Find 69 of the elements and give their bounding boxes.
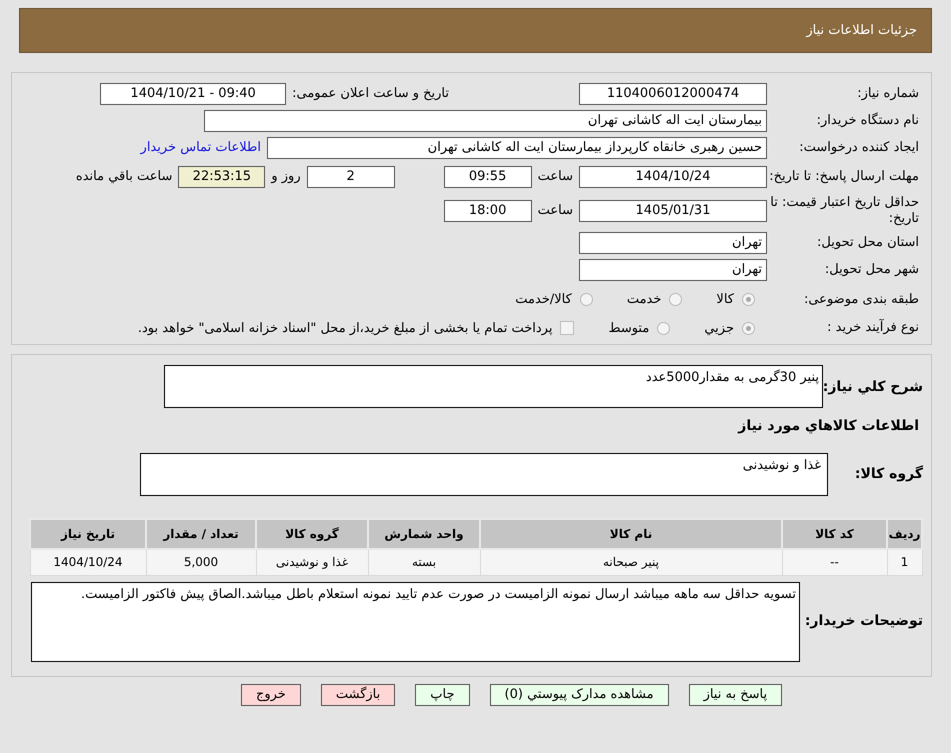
buyer-contact-link[interactable]: اطلاعات تماس خریدار — [140, 138, 261, 158]
value-field: 22:53:15 — [178, 166, 266, 188]
value-field: 1404/10/24 — [579, 166, 767, 188]
field-text: خدمت — [626, 291, 662, 309]
field-label: مهلت ارسال پاسخ: تا تاریخ: — [768, 169, 919, 185]
field-text: ساعت باقي مانده — [76, 168, 172, 186]
field-label: گروه کالا: — [854, 464, 923, 484]
field-text: کالا — [716, 291, 734, 309]
column-header: واحد شمارش — [368, 519, 480, 549]
column-header: گروه کالا — [256, 519, 368, 549]
action-button[interactable]: پاسخ به نیاز — [688, 684, 782, 706]
value-field: 09:55 — [444, 166, 532, 188]
field-label: شماره نیاز: — [856, 86, 919, 102]
field-label: نوع فرآیند خرید : — [826, 320, 919, 336]
value-field: بیمارستان ایت اله کاشانی تهران — [204, 110, 767, 132]
checkbox[interactable] — [560, 321, 574, 336]
field-label: طبقه بندی موضوعی: — [802, 292, 919, 308]
field-text: ساعت — [538, 202, 573, 220]
action-button[interactable]: بازگشت — [320, 684, 396, 706]
action-button[interactable]: مشاهده مدارک پیوستي (0) — [490, 684, 669, 706]
table-cell: 1 — [887, 549, 922, 575]
value-field: تهران — [579, 259, 767, 281]
table-cell: -- — [782, 549, 887, 575]
action-button[interactable]: چاپ — [415, 684, 470, 706]
field-label: توضیحات خریدار: — [804, 612, 923, 631]
table-cell: 1404/10/24 — [30, 549, 146, 575]
text-area-value: پنیر 30گرمی به مقدار5000عدد — [646, 370, 819, 385]
column-header: تاریخ نیاز — [30, 519, 146, 549]
value-field: 1404/10/21 - 09:40 — [100, 83, 286, 105]
table-cell: پنیر صبحانه — [480, 549, 782, 575]
field-text: پرداخت تمام یا بخشی از مبلغ خرید،از محل "اسناد خزانه اسلامی" خواهد بود. — [138, 320, 552, 338]
table-cell: غذا و نوشیدنی — [256, 549, 368, 575]
text-area-value: غذا و نوشیدنی — [742, 458, 821, 473]
column-header: نام کالا — [480, 519, 782, 549]
field-text: تاریخ و ساعت اعلان عمومی: — [292, 85, 449, 104]
text-area[interactable]: پنیر 30گرمی به مقدار5000عدد — [164, 365, 823, 408]
column-header: ردیف — [887, 519, 922, 549]
radio-button[interactable] — [657, 322, 670, 335]
radio-button[interactable] — [580, 293, 593, 306]
text-area[interactable]: غذا و نوشیدنی — [140, 453, 828, 496]
field-label: شهر محل تحویل: — [824, 262, 919, 278]
value-field: 2 — [306, 166, 395, 188]
value-field: 18:00 — [444, 200, 532, 222]
field-label: ایجاد کننده درخواست: — [798, 140, 919, 156]
table-cell: 5,000 — [146, 549, 256, 575]
field-label: نام دستگاه خریدار: — [816, 113, 919, 129]
field-text: کالا/خدمت — [515, 291, 572, 309]
table-cell: بسته — [368, 549, 480, 575]
column-header: کد کالا — [782, 519, 887, 549]
value-field: حسین رهبری خانقاه کارپرداز بیمارستان ایت اله کاشانی تهران — [267, 137, 767, 159]
value-field: 1104006012000474 — [579, 83, 767, 105]
text-area-value: تسویه حداقل سه ماهه میباشد ارسال نمونه الزامیست در صورت عدم تایید نمونه استعلام باطل میباشد.الصاق پیش فاکتور الزامیست. — [80, 586, 796, 602]
field-label: استان محل تحویل: — [816, 235, 919, 251]
field-text: جزیي — [704, 320, 734, 338]
page-title: جزئیات اطلاعات نیاز — [806, 22, 917, 40]
action-button[interactable]: خروج — [240, 684, 301, 706]
section-heading: اطلاعات کالاهاي مورد نیاز — [736, 417, 919, 436]
radio-button[interactable] — [742, 322, 755, 335]
field-text: ساعت — [538, 168, 573, 186]
column-header: تعداد / مقدار — [146, 519, 256, 549]
field-text: روز و — [271, 168, 301, 186]
value-field: تهران — [579, 232, 767, 254]
field-label: شرح کلي نیاز: — [823, 378, 923, 397]
field-label: حداقل تاریخ اعتبار قیمت: تا تاریخ: — [769, 195, 919, 227]
text-area[interactable]: تسویه حداقل سه ماهه میباشد ارسال نمونه الزامیست در صورت عدم تایید نمونه استعلام باطل میباشد.الصاق پیش فاکتور الزامیست. — [31, 582, 800, 662]
radio-button[interactable] — [742, 293, 755, 306]
radio-button[interactable] — [669, 293, 682, 306]
field-text: متوسط — [608, 320, 650, 338]
value-field: 1405/01/31 — [579, 200, 767, 222]
